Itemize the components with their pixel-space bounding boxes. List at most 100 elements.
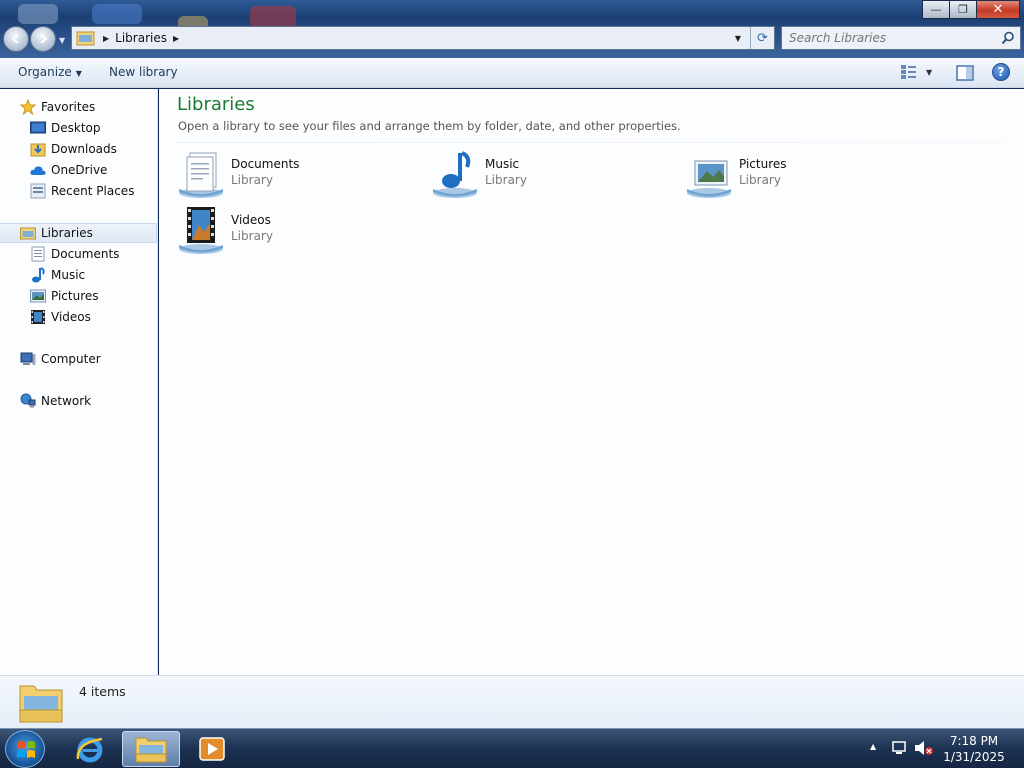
nav-videos[interactable]: Videos [0, 307, 157, 327]
nav-music[interactable]: Music [0, 265, 157, 285]
library-kind: Library [231, 229, 273, 243]
clock[interactable]: 7:18 PM 1/31/2025 [940, 733, 1008, 765]
nav-videos-label: Videos [51, 310, 91, 324]
network-tray-icon[interactable] [890, 740, 908, 756]
taskbar-internet-explorer[interactable] [61, 731, 119, 767]
clock-date: 1/31/2025 [943, 750, 1005, 764]
videos-library-icon [179, 207, 223, 254]
windows-logo-icon [17, 741, 35, 758]
music-note-icon [30, 267, 46, 283]
star-icon [20, 99, 36, 115]
clock-time: 7:18 PM [949, 734, 999, 748]
nav-network-label: Network [41, 394, 92, 408]
taskbar: ▲ 7:18 PM 1/31/2025 [0, 728, 1024, 768]
address-bar[interactable]: ▶ Libraries ▶ ▼ ⟳ [71, 26, 775, 50]
change-view-button[interactable]: ▼ [900, 64, 932, 80]
libraries-icon [20, 225, 36, 241]
nav-documents-label: Documents [51, 247, 120, 261]
taskbar-windows-explorer[interactable] [122, 731, 180, 767]
page-title: Libraries [177, 94, 255, 115]
internet-explorer-icon [76, 737, 103, 763]
library-name: Pictures [739, 157, 787, 171]
volume-muted-icon[interactable] [914, 740, 934, 756]
nav-network[interactable]: Network [0, 391, 157, 411]
film-strip-icon [30, 309, 46, 325]
downloads-folder-icon [30, 141, 46, 157]
item-count: 4 items [79, 684, 126, 699]
details-pane: 4 items [0, 675, 1024, 728]
pictures-library-icon [687, 160, 731, 198]
library-tile-videos[interactable]: Videos Library [177, 205, 407, 257]
breadcrumb-libraries[interactable]: Libraries [115, 31, 167, 45]
library-name: Videos [231, 213, 271, 227]
nav-desktop-label: Desktop [51, 121, 101, 135]
organize-label: Organize [18, 65, 72, 79]
taskbar-media-player[interactable] [183, 731, 241, 767]
search-input[interactable] [782, 31, 992, 45]
nav-onedrive[interactable]: OneDrive [0, 160, 157, 180]
library-tile-documents[interactable]: Documents Library [177, 149, 407, 201]
library-kind: Library [739, 173, 781, 187]
libraries-icon [76, 31, 95, 46]
window-controls: — ❐ ✕ [922, 0, 1020, 19]
search-icon[interactable] [1001, 31, 1015, 45]
nav-downloads-label: Downloads [51, 142, 117, 156]
nav-libraries[interactable]: Libraries [0, 223, 157, 243]
media-player-icon [199, 737, 225, 761]
desktop-blur [250, 6, 296, 28]
breadcrumb-arrow-icon[interactable]: ▶ [173, 34, 179, 43]
library-name: Music [485, 157, 520, 171]
divider [177, 142, 1005, 143]
nav-recent-places-label: Recent Places [51, 184, 135, 198]
network-icon [20, 393, 36, 409]
library-kind: Library [485, 173, 527, 187]
minimize-button[interactable]: — [922, 0, 949, 19]
pictures-icon [30, 288, 46, 304]
library-tile-music[interactable]: Music Library [431, 149, 661, 201]
desktop-blur [92, 4, 142, 24]
nav-favorites[interactable]: Favorites [0, 97, 157, 117]
nav-libraries-label: Libraries [41, 226, 93, 240]
new-library-button[interactable]: New library [109, 65, 178, 79]
desktop-blur [18, 4, 58, 24]
nav-onedrive-label: OneDrive [51, 163, 108, 177]
forward-button[interactable] [30, 26, 56, 52]
cloud-icon [30, 162, 46, 178]
preview-pane-icon[interactable] [956, 65, 974, 81]
window-title-bar: — ❐ ✕ ▼ ▶ Libraries ▶ ▼ ⟳ [0, 0, 1024, 58]
recent-places-icon [30, 183, 46, 199]
organize-button[interactable]: Organize ▼ [18, 65, 82, 79]
address-dropdown-icon[interactable]: ▼ [728, 27, 748, 49]
file-list: Libraries Open a library to see your fil… [159, 89, 1024, 675]
view-options-icon [901, 65, 916, 79]
search-box[interactable] [781, 26, 1021, 50]
page-description: Open a library to see your files and arr… [178, 119, 681, 133]
show-hidden-icons-button[interactable]: ▲ [870, 742, 876, 751]
computer-icon [20, 351, 36, 367]
back-button[interactable] [3, 26, 29, 52]
refresh-button[interactable]: ⟳ [750, 27, 774, 49]
nav-computer-label: Computer [41, 352, 101, 366]
close-button[interactable]: ✕ [976, 0, 1020, 19]
start-button[interactable] [5, 730, 45, 768]
nav-music-label: Music [51, 268, 86, 282]
nav-pictures-label: Pictures [51, 289, 99, 303]
nav-downloads[interactable]: Downloads [0, 139, 157, 159]
back-arrow-icon [11, 34, 19, 44]
nav-computer[interactable]: Computer [0, 349, 157, 369]
library-kind: Library [231, 173, 273, 187]
breadcrumb-arrow-icon[interactable]: ▶ [103, 34, 109, 43]
help-icon[interactable]: ? [992, 63, 1010, 81]
chevron-down-icon: ▼ [75, 69, 82, 78]
nav-recent-places[interactable]: Recent Places [0, 181, 157, 201]
recent-pages-dropdown[interactable]: ▼ [59, 36, 65, 45]
maximize-button[interactable]: ❐ [949, 0, 976, 19]
nav-pictures[interactable]: Pictures [0, 286, 157, 306]
documents-library-icon [179, 152, 223, 198]
nav-documents[interactable]: Documents [0, 244, 157, 264]
desktop-icon [30, 120, 46, 136]
library-name: Documents [231, 157, 300, 171]
nav-desktop[interactable]: Desktop [0, 118, 157, 138]
library-tile-pictures[interactable]: Pictures Library [685, 149, 915, 201]
documents-icon [30, 246, 46, 262]
